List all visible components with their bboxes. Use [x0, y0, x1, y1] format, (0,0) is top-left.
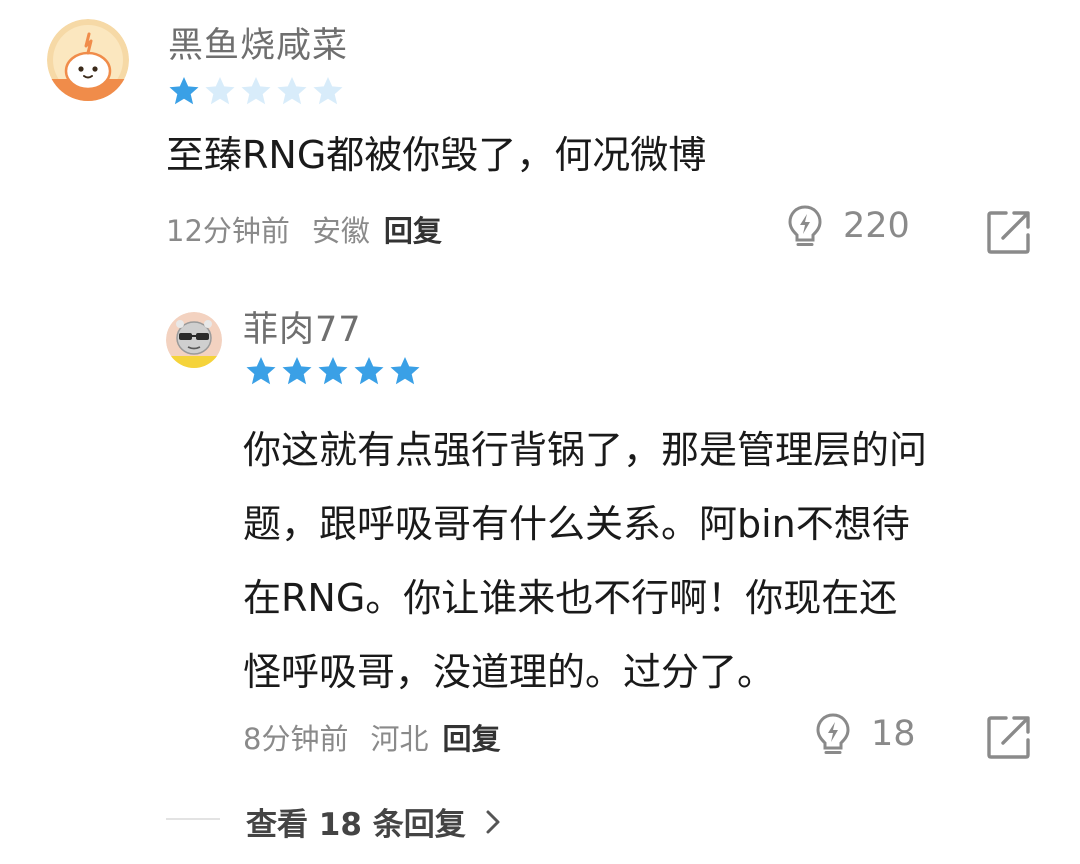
star-filled-icon	[318, 357, 348, 385]
comment-location: 河北	[370, 722, 429, 756]
like-button[interactable]: 18	[815, 712, 916, 756]
star-empty-icon	[205, 77, 235, 105]
star-filled-icon	[282, 357, 312, 385]
comment-text-line: 在RNG。你让谁来也不行啊！你现在还	[243, 576, 898, 620]
comment-username[interactable]: 黑鱼烧咸菜	[168, 17, 348, 68]
avatar[interactable]	[166, 312, 222, 368]
comment-text-line: 题，跟呼吸哥有什么关系。阿bin不想待	[243, 502, 910, 546]
lightbulb-like-icon	[788, 205, 822, 246]
share-icon[interactable]	[986, 209, 1032, 255]
comment-time: 8分钟前	[243, 722, 349, 756]
view-more-label: 查看 18 条回复	[246, 807, 466, 843]
main-comment: 黑鱼烧咸菜 至臻RNG都被你毁了，何况微博 12分钟前 安徽 回复 220	[0, 0, 1080, 270]
comment-location: 安徽	[311, 214, 370, 248]
sunglasses-cartoon-avatar-icon	[166, 312, 222, 368]
divider	[166, 818, 220, 820]
star-empty-icon	[277, 77, 307, 105]
cartoon-sprout-avatar-icon	[47, 19, 129, 101]
share-icon[interactable]	[986, 714, 1032, 760]
comment-text: 你这就有点强行背锅了，那是管理层的问 题，跟呼吸哥有什么关系。阿bin不想待 在…	[243, 413, 1043, 709]
chevron-right-icon	[486, 810, 500, 833]
star-filled-icon	[390, 357, 420, 385]
comment-meta: 8分钟前 河北 回复	[243, 716, 500, 758]
avatar[interactable]	[47, 19, 129, 101]
star-empty-icon	[241, 77, 271, 105]
like-button[interactable]: 220	[787, 204, 910, 248]
star-filled-icon	[246, 357, 276, 385]
star-empty-icon	[313, 77, 343, 105]
comment-username[interactable]: 菲肉77	[243, 301, 362, 352]
comment-meta: 12分钟前 安徽 回复	[166, 208, 442, 250]
star-filled-icon	[354, 357, 384, 385]
reply-button[interactable]: 回复	[384, 208, 442, 250]
like-count: 220	[843, 206, 910, 246]
comment-text-line: 怪呼吸哥，没道理的。过分了。	[243, 650, 776, 694]
comment-text-line: 你这就有点强行背锅了，那是管理层的问	[243, 428, 928, 472]
lightbulb-like-icon	[816, 713, 850, 754]
star-filled-icon	[169, 77, 199, 105]
comment-time: 12分钟前	[166, 214, 290, 248]
star-rating	[168, 75, 344, 107]
star-rating	[245, 355, 421, 387]
view-more-replies-button[interactable]: 查看 18 条回复	[246, 799, 504, 844]
reply-button[interactable]: 回复	[442, 716, 500, 758]
like-count: 18	[871, 714, 916, 754]
comment-text: 至臻RNG都被你毁了，何况微博	[166, 133, 707, 177]
